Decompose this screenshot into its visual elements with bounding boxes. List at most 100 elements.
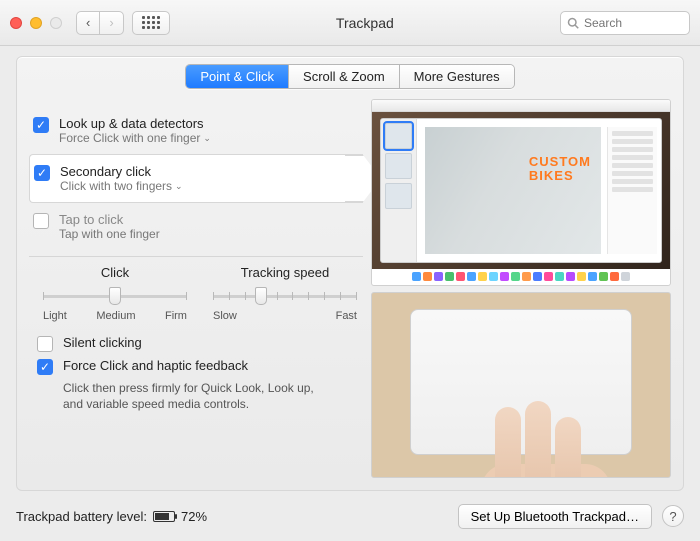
slider-end-label: Fast [336, 310, 357, 322]
dock-app-icon [511, 272, 520, 281]
dock-app-icon [533, 272, 542, 281]
checkbox-tap-to-click[interactable] [33, 213, 49, 229]
nav-segmented: ‹ › [76, 11, 124, 35]
tab-point-and-click[interactable]: Point & Click [186, 65, 289, 88]
tab-scroll-and-zoom[interactable]: Scroll & Zoom [289, 65, 400, 88]
click-slider-label: Click [43, 265, 187, 280]
checkbox-silent-clicking[interactable] [37, 336, 53, 352]
search-field[interactable] [560, 11, 690, 35]
dock-app-icon [566, 272, 575, 281]
footer-bar: Trackpad battery level: 72% Set Up Bluet… [16, 501, 684, 531]
dock-app-icon [522, 272, 531, 281]
tabs-container: Point & Click Scroll & Zoom More Gesture… [17, 56, 683, 89]
option-subtitle-text: Click with two fingers [60, 179, 172, 193]
dock-app-icon [500, 272, 509, 281]
option-lookup-data-detectors[interactable]: ✓ Look up & data detectors Force Click w… [29, 107, 363, 154]
dock-app-icon [434, 272, 443, 281]
help-button[interactable]: ? [662, 505, 684, 527]
option-title: Tap to click [59, 212, 160, 227]
preview-app-window: CUSTOM BIKES [380, 118, 662, 263]
dock-app-icon [423, 272, 432, 281]
battery-icon [153, 511, 175, 522]
option-force-click[interactable]: ✓ Force Click and haptic feedback [33, 355, 359, 378]
chevron-down-icon: ⌄ [203, 133, 211, 144]
click-slider-group: Click Light Medium Firm [43, 265, 187, 322]
dock-app-icon [577, 272, 586, 281]
dock-app-icon [621, 272, 630, 281]
preview-hero-text: CUSTOM BIKES [529, 155, 591, 182]
show-all-button[interactable] [132, 11, 170, 35]
preview-sidebar [381, 119, 417, 262]
battery-value: 72% [181, 509, 207, 524]
sliders-row: Click Light Medium Firm Tracking speed [29, 265, 363, 322]
chevron-left-icon: ‹ [86, 15, 90, 30]
right-column: CUSTOM BIKES [371, 99, 671, 478]
dock-app-icon [445, 272, 454, 281]
option-title: Silent clicking [63, 335, 142, 350]
check-icon: ✓ [37, 166, 47, 180]
dock-app-icon [478, 272, 487, 281]
divider [29, 256, 363, 257]
back-button[interactable]: ‹ [76, 11, 99, 35]
tracking-slider-label: Tracking speed [213, 265, 357, 280]
tab-bar: Point & Click Scroll & Zoom More Gesture… [185, 64, 514, 89]
setup-bluetooth-trackpad-button[interactable]: Set Up Bluetooth Trackpad… [458, 504, 652, 529]
slider-end-label: Slow [213, 310, 237, 322]
check-icon: ✓ [40, 360, 50, 374]
force-click-description: Click then press firmly for Quick Look, … [33, 380, 359, 412]
left-column: ✓ Look up & data detectors Force Click w… [29, 99, 363, 478]
preview-menubar [372, 100, 670, 112]
chevron-right-icon: › [109, 15, 113, 30]
preview-thumb [385, 153, 412, 179]
option-title: Secondary click [60, 164, 183, 179]
option-secondary-click[interactable]: ✓ Secondary click Click with two fingers… [29, 154, 363, 203]
window-title: Trackpad [178, 15, 552, 31]
dock-app-icon [412, 272, 421, 281]
preview-inspector [607, 127, 657, 254]
dock-app-icon [588, 272, 597, 281]
bottom-options: Silent clicking ✓ Force Click and haptic… [29, 322, 363, 412]
forward-button[interactable]: › [99, 11, 123, 35]
preview-hero-image: CUSTOM BIKES [425, 127, 601, 254]
dock-app-icon [467, 272, 476, 281]
zoom-window-button[interactable] [50, 17, 62, 29]
option-subtitle-menu[interactable]: Click with two fingers ⌄ [60, 179, 183, 193]
tracking-slider-knob[interactable] [255, 287, 267, 305]
minimize-window-button[interactable] [30, 17, 42, 29]
window-titlebar: ‹ › Trackpad [0, 0, 700, 46]
option-subtitle-menu[interactable]: Force Click with one finger ⌄ [59, 131, 211, 145]
preview-dock [382, 270, 660, 284]
close-window-button[interactable] [10, 17, 22, 29]
check-icon: ✓ [36, 118, 46, 132]
chevron-down-icon: ⌄ [175, 181, 183, 192]
option-tap-to-click[interactable]: Tap to click Tap with one finger [29, 203, 363, 250]
preview-desktop: CUSTOM BIKES [372, 112, 670, 269]
dock-app-icon [456, 272, 465, 281]
dock-app-icon [489, 272, 498, 281]
tracking-slider-group: Tracking speed Slow Fast [213, 265, 357, 322]
checkbox-secondary-click[interactable]: ✓ [34, 165, 50, 181]
screen-preview: CUSTOM BIKES [371, 99, 671, 286]
option-subtitle-text: Force Click with one finger [59, 131, 200, 145]
tab-more-gestures[interactable]: More Gestures [400, 65, 514, 88]
option-list: ✓ Look up & data detectors Force Click w… [29, 99, 363, 250]
option-silent-clicking[interactable]: Silent clicking [33, 332, 359, 355]
battery-label: Trackpad battery level: [16, 509, 147, 524]
click-slider[interactable] [43, 286, 187, 306]
search-input[interactable] [584, 16, 674, 30]
tracking-slider[interactable] [213, 286, 357, 306]
preview-thumb [385, 123, 412, 149]
option-title: Force Click and haptic feedback [63, 358, 248, 373]
option-subtitle: Tap with one finger [59, 227, 160, 241]
grid-icon [142, 16, 160, 29]
click-slider-knob[interactable] [109, 287, 121, 305]
checkbox-lookup[interactable]: ✓ [33, 117, 49, 133]
tracking-slider-ends: Slow Fast [213, 310, 357, 322]
dock-app-icon [544, 272, 553, 281]
preview-document: CUSTOM BIKES [417, 119, 661, 262]
search-icon [567, 17, 579, 29]
checkbox-force-click[interactable]: ✓ [37, 359, 53, 375]
option-title: Look up & data detectors [59, 116, 211, 131]
slider-end-label: Light [43, 310, 67, 322]
slider-end-label: Medium [96, 310, 135, 322]
